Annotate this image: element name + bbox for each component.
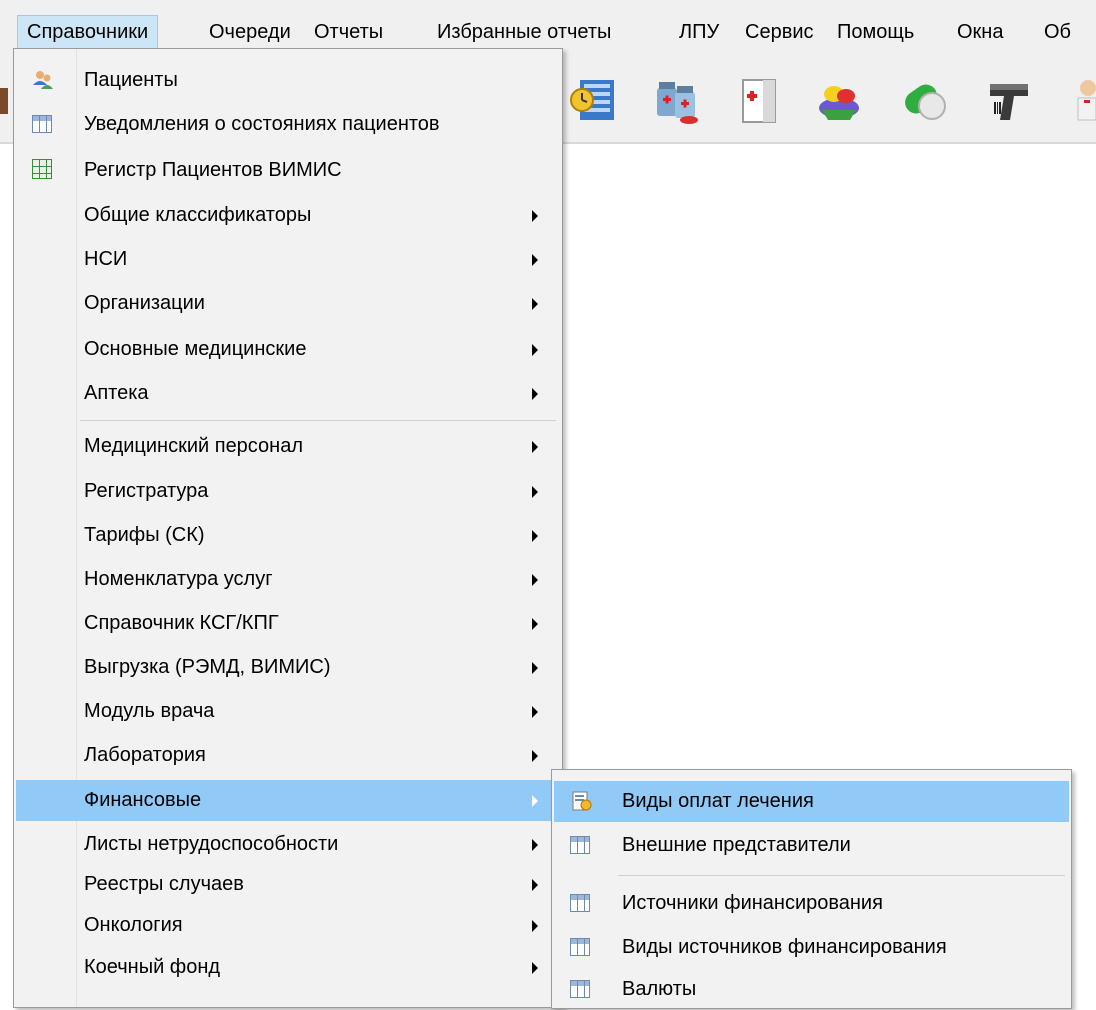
submenu-arrow-icon	[532, 920, 538, 932]
menu-item-spravochnik-ksg[interactable]: Справочник КСГ/КПГ	[16, 603, 560, 644]
menu-pomoshch[interactable]: Помощь	[828, 15, 923, 49]
menu-item-modul-vracha[interactable]: Модуль врача	[16, 691, 560, 732]
menu-item-nomenklatura-uslug[interactable]: Номенклатура услуг	[16, 559, 560, 600]
submenu-arrow-icon	[532, 210, 538, 222]
menu-item-nsi[interactable]: НСИ	[16, 239, 560, 280]
menu-item-label: Реестры случаев	[84, 873, 244, 895]
menu-ocheredi[interactable]: Очереди	[200, 15, 300, 49]
doctor-icon[interactable]	[1070, 74, 1096, 126]
submenu-arrow-icon	[532, 388, 538, 400]
submenu-separator	[618, 875, 1065, 876]
menu-item-label: Регистр Пациентов ВИМИС	[84, 159, 342, 181]
menu-item-label: Организации	[84, 292, 205, 314]
menu-izbrannye-otchety[interactable]: Избранные отчеты	[428, 15, 620, 49]
menu-item-label: Аптека	[84, 382, 149, 404]
patients-icon	[33, 71, 53, 89]
pills-basket-icon[interactable]	[814, 74, 864, 126]
menu-item-onkologiya[interactable]: Онкология	[16, 905, 560, 946]
submenu-arrow-icon	[532, 530, 538, 542]
menu-item-laboratoriya[interactable]: Лаборатория	[16, 735, 560, 776]
grid-icon	[570, 836, 590, 854]
grid-icon	[32, 115, 52, 133]
menu-item-label: Листы нетрудоспособности	[84, 833, 339, 855]
menu-item-label: Пациенты	[84, 69, 178, 91]
payment-types-icon	[572, 791, 592, 811]
menu-item-label: Модуль врача	[84, 700, 215, 722]
menu-ob[interactable]: Об	[1035, 15, 1080, 49]
schedule-book-icon[interactable]	[566, 74, 616, 126]
submenu-finansovye: Виды оплат лечения Внешние представители…	[551, 769, 1072, 1009]
menu-item-registratura[interactable]: Регистратура	[16, 471, 560, 512]
menu-item-listy-netrudosposobnosti[interactable]: Листы нетрудоспособности	[16, 824, 560, 865]
submenu-item-label: Внешние представители	[622, 834, 851, 856]
medical-folder-icon[interactable]	[733, 74, 783, 126]
submenu-arrow-icon	[532, 344, 538, 356]
menu-item-patsienty[interactable]: Пациенты	[16, 60, 560, 101]
submenu-item-label: Валюты	[622, 978, 697, 1000]
submenu-arrow-icon	[532, 795, 538, 807]
menu-item-koechnyy-fond[interactable]: Коечный фонд	[16, 947, 560, 988]
menu-separator	[80, 420, 556, 421]
menu-item-tarify[interactable]: Тарифы (СК)	[16, 515, 560, 556]
submenu-arrow-icon	[532, 618, 538, 630]
green-grid-icon	[32, 159, 52, 179]
dropdown-spravochniki: Пациенты Уведомления о состояниях пациен…	[13, 48, 563, 1008]
menu-item-organizatsii[interactable]: Организации	[16, 283, 560, 324]
menu-item-label: НСИ	[84, 248, 128, 270]
menu-item-label: Тарифы (СК)	[84, 524, 205, 546]
capsule-tablet-icon[interactable]	[900, 74, 950, 126]
submenu-arrow-icon	[532, 574, 538, 586]
menu-item-uvedomleniya[interactable]: Уведомления о состояниях пациентов	[16, 104, 560, 145]
submenu-arrow-icon	[532, 662, 538, 674]
submenu-arrow-icon	[532, 441, 538, 453]
submenu-arrow-icon	[532, 839, 538, 851]
submenu-item-vidy-oplat[interactable]: Виды оплат лечения	[554, 781, 1069, 822]
menu-otchety[interactable]: Отчеты	[305, 15, 392, 49]
submenu-arrow-icon	[532, 298, 538, 310]
menu-item-registr-vimis[interactable]: Регистр Пациентов ВИМИС	[16, 150, 560, 191]
submenu-arrow-icon	[532, 254, 538, 266]
barcode-scanner-icon[interactable]	[984, 74, 1034, 126]
menu-item-label: Финансовые	[84, 789, 202, 811]
submenu-arrow-icon	[532, 962, 538, 974]
menu-item-label: Лаборатория	[84, 744, 206, 766]
menu-item-label: Номенклатура услуг	[84, 568, 273, 590]
submenu-item-label: Виды оплат лечения	[622, 790, 814, 812]
menu-item-obshchie-klassifikatory[interactable]: Общие классификаторы	[16, 195, 560, 236]
menu-item-meditsinskiy-personal[interactable]: Медицинский персонал	[16, 426, 560, 467]
menu-item-reestry-sluchaev[interactable]: Реестры случаев	[16, 864, 560, 905]
menu-item-label: Справочник КСГ/КПГ	[84, 612, 279, 634]
menu-servis[interactable]: Сервис	[736, 15, 823, 49]
grid-icon	[570, 894, 590, 912]
menu-lpu[interactable]: ЛПУ	[670, 15, 728, 49]
grid-icon	[570, 980, 590, 998]
menu-item-label: Регистратура	[84, 480, 209, 502]
menu-spravochniki[interactable]: Справочники	[17, 15, 159, 49]
medicine-vials-icon[interactable]	[651, 74, 701, 126]
submenu-item-istochniki-finansirovaniya[interactable]: Источники финансирования	[554, 883, 1069, 924]
menu-item-finansovye[interactable]: Финансовые	[16, 780, 560, 821]
menu-item-apteka[interactable]: Аптека	[16, 373, 560, 414]
menu-item-label: Коечный фонд	[84, 956, 221, 978]
menu-okna[interactable]: Окна	[948, 15, 1012, 49]
menu-item-label: Выгрузка (РЭМД, ВИМИС)	[84, 656, 331, 678]
submenu-arrow-icon	[532, 486, 538, 498]
submenu-arrow-icon	[532, 750, 538, 762]
menu-item-label: Общие классификаторы	[84, 204, 312, 226]
submenu-item-label: Виды источников финансирования	[622, 936, 947, 958]
person-icon[interactable]	[0, 74, 10, 126]
grid-icon	[570, 938, 590, 956]
submenu-item-valyuty[interactable]: Валюты	[554, 969, 1069, 1010]
menu-item-label: Онкология	[84, 914, 183, 936]
menu-item-label: Основные медицинские	[84, 338, 307, 360]
submenu-arrow-icon	[532, 879, 538, 891]
menu-item-label: Медицинский персонал	[84, 435, 303, 457]
submenu-item-vneshnie-predstaviteli[interactable]: Внешние представители	[554, 825, 1069, 866]
submenu-item-vidy-istochnikov[interactable]: Виды источников финансирования	[554, 927, 1069, 968]
menu-item-label: Уведомления о состояниях пациентов	[84, 113, 440, 135]
submenu-arrow-icon	[532, 706, 538, 718]
menu-item-vygruzka[interactable]: Выгрузка (РЭМД, ВИМИС)	[16, 647, 560, 688]
menu-item-osnovnye-meditsinskie[interactable]: Основные медицинские	[16, 329, 560, 370]
submenu-item-label: Источники финансирования	[622, 892, 883, 914]
